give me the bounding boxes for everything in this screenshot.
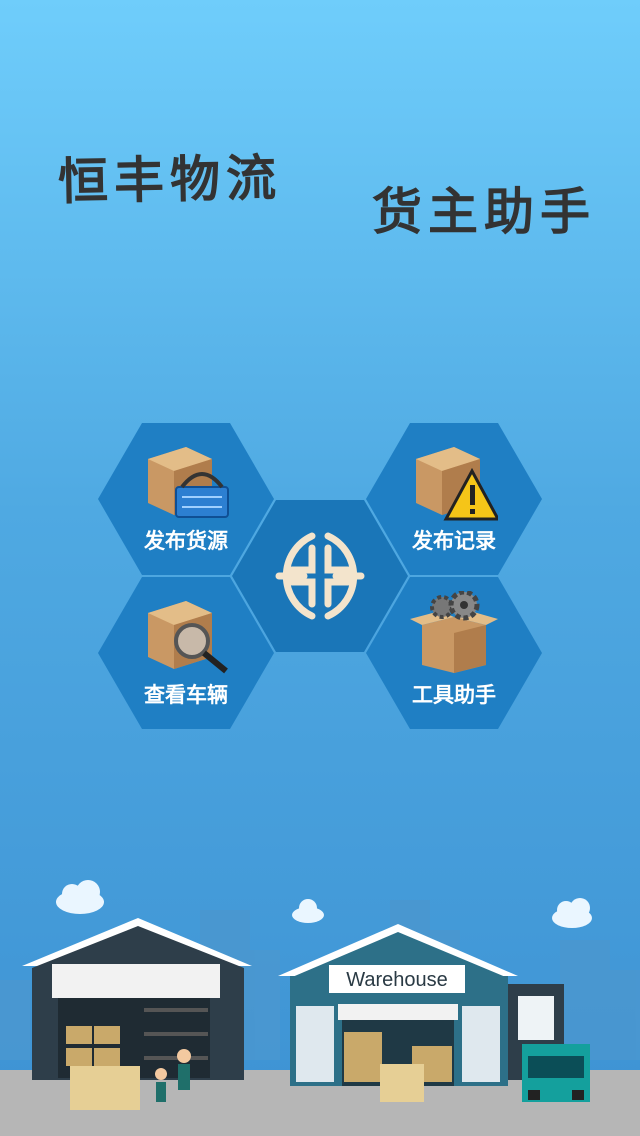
app-title-left: 恒丰物流 bbox=[57, 149, 283, 211]
hex-label: 查看车辆 bbox=[144, 683, 228, 707]
warehouse-sign: Warehouse bbox=[346, 969, 448, 991]
hex-label: 工具助手 bbox=[412, 683, 496, 707]
box-basket-icon bbox=[148, 447, 229, 518]
warehouse-scene-illustration bbox=[0, 880, 640, 1136]
box-magnifier-icon bbox=[148, 601, 228, 674]
app-title-right: 货主助手 bbox=[372, 183, 596, 241]
box-warning-icon bbox=[416, 447, 498, 521]
box-gears-icon bbox=[410, 591, 498, 673]
